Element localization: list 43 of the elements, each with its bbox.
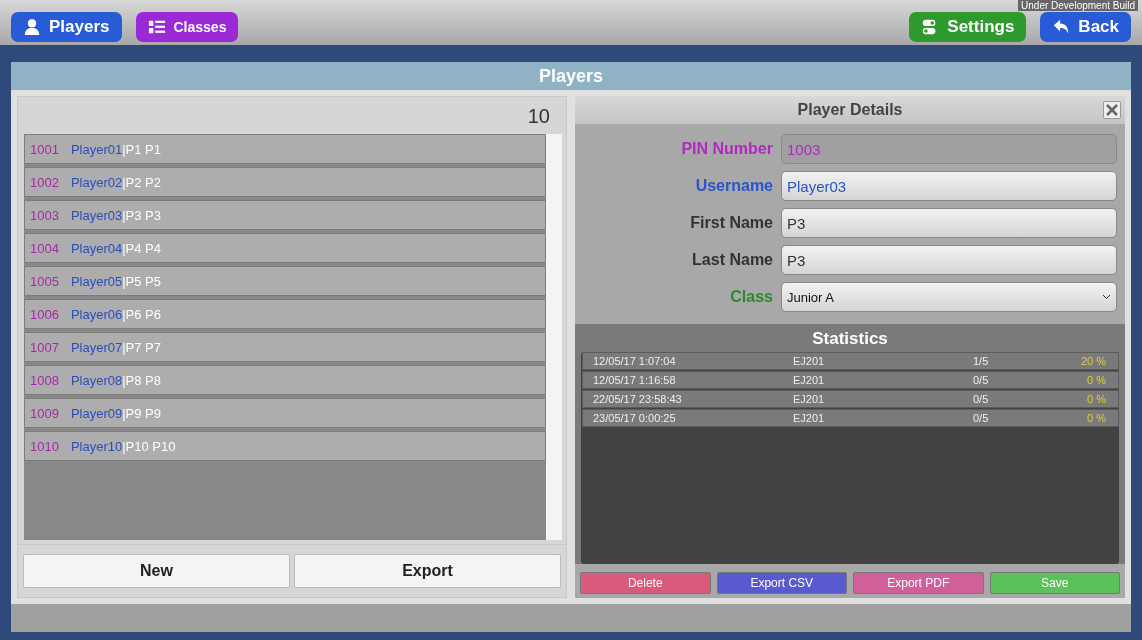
- player-row[interactable]: 1005 Player05|P5 P5: [24, 266, 546, 296]
- player-row[interactable]: 1002 Player02|P2 P2: [24, 167, 546, 197]
- player-row[interactable]: 1010 Player10|P10 P10: [24, 431, 546, 461]
- player-row[interactable]: 1006 Player06|P6 P6: [24, 299, 546, 329]
- statistics-title: Statistics: [811, 328, 889, 350]
- list-button[interactable]: New: [23, 554, 290, 588]
- player-row[interactable]: 1004 Player04|P4 P4: [24, 233, 546, 263]
- player-count: 10: [526, 104, 551, 129]
- field-label: First Name: [689, 214, 773, 232]
- player-row[interactable]: 1007 Player07|P7 P7: [24, 332, 546, 362]
- player-row[interactable]: 1009 Player09|P9 P9: [24, 398, 546, 428]
- action-button[interactable]: Save: [989, 572, 1120, 594]
- caret-icon: [1102, 294, 1111, 300]
- details-title: Player Details: [797, 101, 903, 119]
- input-field[interactable]: P3: [781, 208, 1117, 238]
- person-icon: [23, 18, 41, 36]
- close-button[interactable]: [1103, 101, 1121, 119]
- back-button[interactable]: Back: [1040, 12, 1131, 42]
- nav-button[interactable]: Classes: [135, 12, 239, 42]
- nav-button[interactable]: Settings: [909, 12, 1027, 42]
- scrollbar[interactable]: [546, 134, 562, 540]
- field-label: Class: [729, 288, 773, 306]
- field-label: Last Name: [691, 251, 773, 269]
- field-label: PIN Number: [680, 140, 773, 158]
- action-button[interactable]: Export CSV: [716, 572, 847, 594]
- input-field[interactable]: Player03: [781, 171, 1117, 201]
- statistics-row: 22/05/17 23:58:43 EJ201 0/5 0 %: [582, 390, 1119, 408]
- input-field[interactable]: P3: [781, 245, 1117, 275]
- field-label: Username: [694, 177, 773, 195]
- action-button[interactable]: Delete: [580, 572, 711, 594]
- player-row[interactable]: 1001 Player01|P1 P1: [24, 134, 546, 164]
- player-row[interactable]: 1003 Player03|P3 P3: [24, 200, 546, 230]
- list-button[interactable]: Export: [294, 554, 561, 588]
- class-dropdown[interactable]: Junior A: [781, 282, 1117, 312]
- build-note: Under Development Build: [1018, 0, 1138, 11]
- statistics-row: 12/05/17 1:07:04 EJ201 1/5 20 %: [582, 352, 1119, 370]
- statistics-row: 23/05/17 0:00:25 EJ201 0/5 0 %: [582, 409, 1119, 427]
- panel-title: Players: [11, 62, 1131, 90]
- list-icon: [147, 18, 166, 36]
- player-row[interactable]: 1008 Player08|P8 P8: [24, 365, 546, 395]
- nav-button[interactable]: Players: [11, 12, 122, 42]
- statistics-row: 12/05/17 1:16:58 EJ201 0/5 0 %: [582, 371, 1119, 389]
- action-button[interactable]: Export PDF: [853, 572, 984, 594]
